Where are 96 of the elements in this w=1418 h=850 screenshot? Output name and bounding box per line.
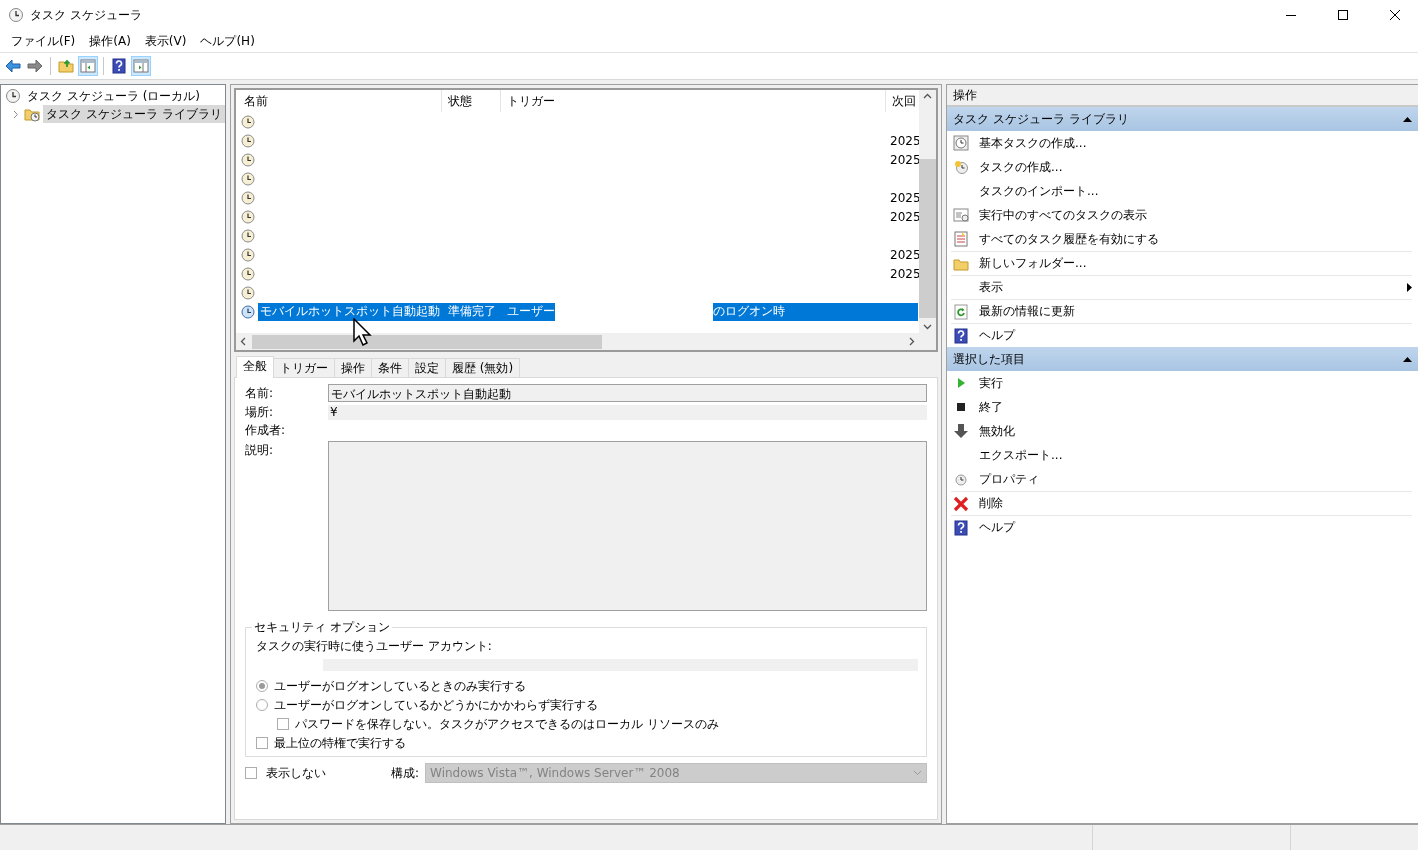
- action-item[interactable]: 表示: [951, 275, 1412, 299]
- option-label: 最上位の特権で実行する: [274, 734, 406, 752]
- menu-item[interactable]: ヘルプ(H): [193, 32, 262, 50]
- section-header[interactable]: 選択した項目: [947, 347, 1418, 371]
- tab[interactable]: 条件: [371, 358, 409, 377]
- down-arrow-icon: [953, 423, 969, 439]
- field-label: 作成者:: [245, 423, 287, 438]
- option-label: ユーザーがログオンしているかどうかにかかわらず実行する: [274, 696, 598, 714]
- action-item[interactable]: エクスポート...: [951, 443, 1412, 467]
- clock-icon: [953, 471, 969, 487]
- checkbox[interactable]: [245, 767, 257, 779]
- delete-icon: [953, 495, 969, 512]
- field-label: 説明:: [245, 442, 275, 459]
- action-item[interactable]: 最新の情報に更新: [951, 299, 1412, 323]
- window-title: タスク スケジューラ: [30, 6, 143, 24]
- folder-up-icon: [58, 58, 74, 74]
- action-item[interactable]: 削除: [951, 491, 1412, 515]
- table-cell-text: 2025: [889, 152, 918, 167]
- task-row[interactable]: モバイルホットスポット自動起動 準備完了 ユーザー のログオン時: [258, 302, 918, 321]
- table-cell-text: 準備完了: [447, 303, 497, 320]
- toolbar-button[interactable]: [109, 56, 129, 76]
- action-item[interactable]: 新しいフォルダー...: [951, 251, 1412, 275]
- table-cell-text: 2025: [889, 209, 918, 224]
- action-item[interactable]: 実行: [951, 371, 1412, 395]
- menu-item[interactable]: 表示(V): [137, 32, 194, 50]
- task-list-icon: [953, 207, 969, 223]
- tree-item[interactable]: タスク スケジューラ ライブラリ: [43, 105, 225, 123]
- tree-item[interactable]: タスク スケジューラ (ローカル): [24, 87, 203, 105]
- checkbox-label: 表示しない: [266, 764, 327, 782]
- radio-button[interactable]: [256, 699, 268, 711]
- clock-icon: [953, 135, 969, 151]
- action-item[interactable]: 基本タスクの作成...: [951, 131, 1412, 155]
- table-cell-text: モバイルホットスポット自動起動: [259, 303, 441, 320]
- back-arrow-icon: [5, 58, 21, 74]
- menu-item[interactable]: 操作(A): [82, 32, 138, 50]
- action-item[interactable]: タスクのインポート...: [951, 179, 1412, 203]
- table-cell-text: 2025: [889, 247, 918, 262]
- tab[interactable]: 履歴 (無効): [445, 358, 521, 377]
- column-header[interactable]: 名前: [238, 90, 442, 112]
- tab[interactable]: 全般: [236, 356, 274, 378]
- section-header[interactable]: タスク スケジューラ ライブラリ: [947, 107, 1418, 131]
- tab[interactable]: トリガー: [273, 358, 335, 377]
- radio-button[interactable]: [256, 680, 268, 692]
- field-label: 名前:: [245, 385, 275, 402]
- name-field[interactable]: モバイルホットスポット自動起動: [328, 384, 927, 402]
- maximize-icon: [1338, 10, 1348, 20]
- field-label: 場所:: [245, 405, 275, 420]
- action-item[interactable]: タスクの作成...: [951, 155, 1412, 179]
- checkbox[interactable]: [277, 718, 289, 730]
- action-item[interactable]: 実行中のすべてのタスクの表示: [951, 203, 1412, 227]
- clock-icon: [953, 159, 969, 175]
- scroll-left-icon: [240, 337, 246, 346]
- refresh-icon: [953, 303, 969, 320]
- caret-icon: [913, 770, 922, 776]
- action-item[interactable]: 終了: [951, 395, 1412, 419]
- scroll-right-icon: [909, 337, 915, 346]
- location-field: ¥: [328, 405, 927, 420]
- column-header[interactable]: 状態: [442, 90, 501, 112]
- action-item[interactable]: プロパティ: [951, 467, 1412, 491]
- scroll-down-icon: [923, 324, 932, 330]
- help-icon: [953, 327, 969, 344]
- menu-item[interactable]: ファイル(F): [4, 32, 83, 50]
- mouse-cursor-icon: [353, 318, 373, 346]
- table-cell: ユーザー: [507, 303, 555, 320]
- collapse-icon: [1403, 116, 1412, 122]
- option-label: パスワードを保存しない。タスクがアクセスできるのはローカル リソースのみ: [295, 715, 719, 733]
- clock-icon: [8, 7, 24, 23]
- table-cell-text: 2025: [889, 266, 918, 281]
- log-icon: [953, 231, 969, 247]
- help-icon: [111, 58, 127, 74]
- action-item[interactable]: 無効化: [951, 419, 1412, 443]
- table-cell-text: 2025: [889, 190, 918, 205]
- option-label: ユーザーがログオンしているときのみ実行する: [274, 677, 526, 695]
- column-header[interactable]: トリガー: [501, 90, 886, 112]
- close-icon: [1390, 10, 1400, 20]
- table-cell-text: 2025: [889, 133, 918, 148]
- description-field[interactable]: [328, 441, 927, 611]
- tab[interactable]: 操作: [334, 358, 372, 377]
- action-item[interactable]: ヘルプ: [951, 515, 1412, 539]
- forward-arrow-icon: [27, 58, 43, 74]
- folder-clock-icon: [24, 106, 40, 122]
- tab[interactable]: 設定: [408, 358, 446, 377]
- scroll-up-icon: [923, 93, 932, 99]
- pane-layout-icon: [133, 58, 149, 74]
- clock-icon: [5, 88, 21, 104]
- field-label: 構成:: [391, 764, 420, 782]
- pane-title: 操作: [947, 85, 1418, 107]
- group-title: セキュリティ オプション: [253, 619, 391, 636]
- pane-layout-icon: [80, 58, 96, 74]
- submenu-arrow-icon: [1407, 283, 1412, 292]
- checkbox[interactable]: [256, 737, 268, 749]
- collapse-icon: [1403, 356, 1412, 362]
- field-label: タスクの実行時に使うユーザー アカウント:: [256, 638, 493, 655]
- help-icon: [953, 519, 969, 536]
- action-item[interactable]: すべてのタスク履歴を有効にする: [951, 227, 1412, 251]
- table-cell: のログオン時: [713, 303, 785, 320]
